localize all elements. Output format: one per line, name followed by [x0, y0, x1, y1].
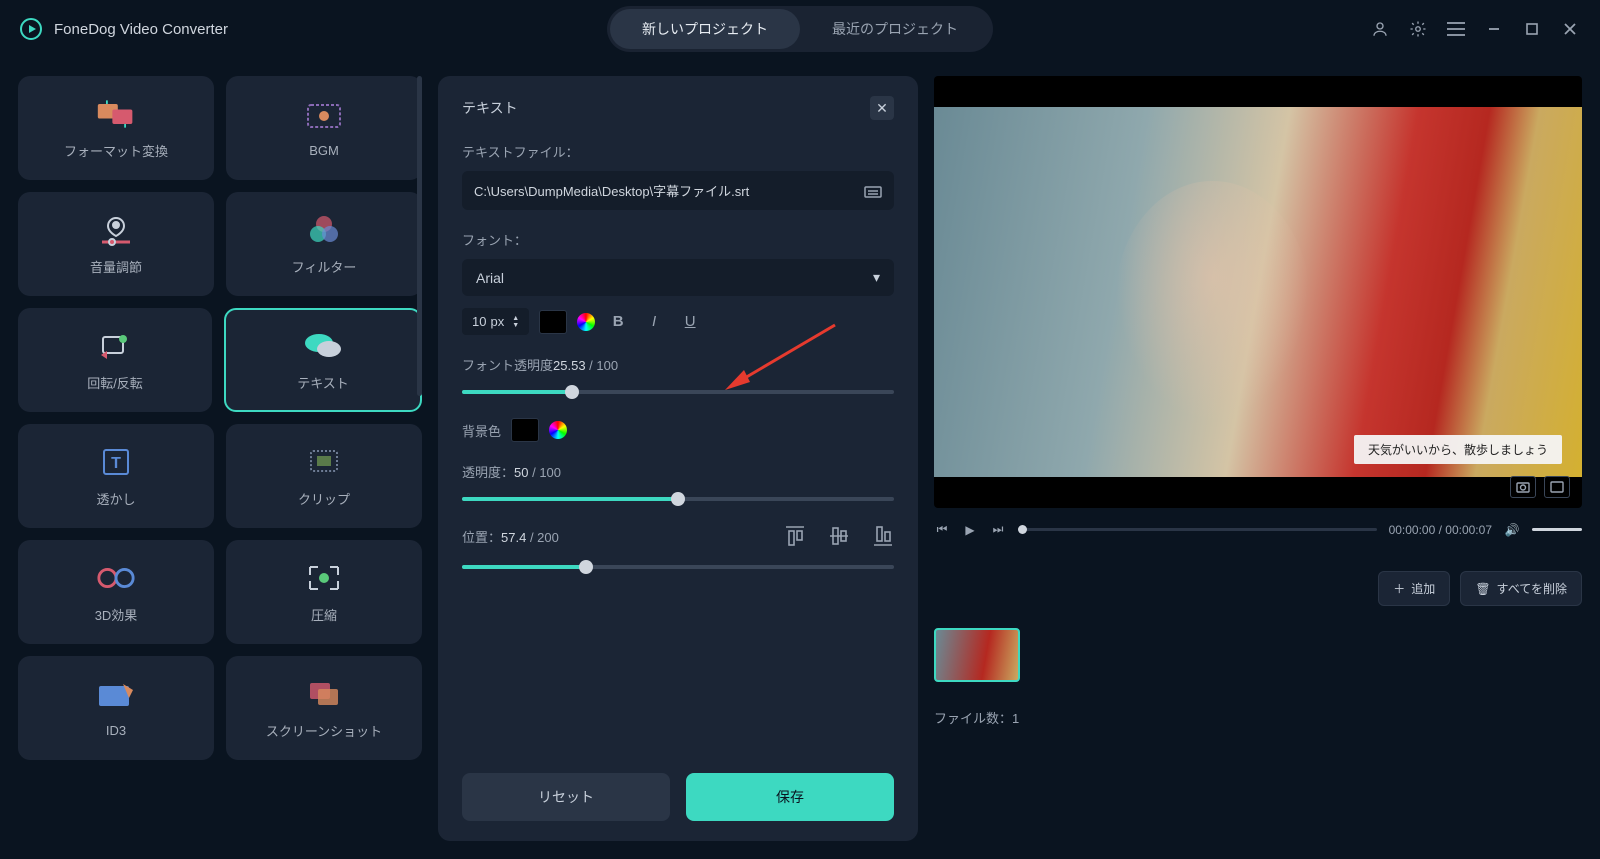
font-label: フォント：	[462, 230, 894, 249]
sidebar-label: 回転/反転	[87, 373, 143, 392]
project-tabs: 新しいプロジェクト 最近のプロジェクト	[607, 6, 993, 52]
watermark-icon: T	[96, 445, 136, 479]
tool-sidebar: フォーマット変換 BGM 音量調節 フィルター 回転/反転	[18, 76, 422, 841]
subtitle-overlay: 天気がいいから、散歩しましょう	[1354, 435, 1562, 464]
sidebar-label: 音量調節	[90, 257, 142, 276]
tab-recent-project[interactable]: 最近のプロジェクト	[800, 9, 990, 49]
tab-new-project[interactable]: 新しいプロジェクト	[610, 9, 800, 49]
volume-icon[interactable]: 🔊	[1504, 523, 1520, 537]
sidebar-item-clip[interactable]: クリップ	[226, 424, 422, 528]
sidebar-label: 3D効果	[95, 605, 138, 624]
bg-color-picker-icon[interactable]	[549, 421, 567, 439]
volume-slider[interactable]	[1532, 528, 1582, 531]
sidebar-label: テキスト	[297, 373, 349, 392]
add-clip-button[interactable]: ＋追加	[1378, 571, 1450, 606]
file-label: テキストファイル：	[462, 142, 894, 161]
file-count: ファイル数：1	[934, 708, 1582, 727]
prev-button[interactable]: ⏮	[934, 522, 950, 537]
bold-button[interactable]: B	[605, 313, 631, 330]
sidebar-label: スクリーンショット	[266, 721, 382, 740]
align-bottom-icon[interactable]	[872, 525, 894, 547]
sidebar-label: ID3	[106, 723, 126, 738]
player-controls: ⏮ ▶ ⏭ 00:00:00 / 00:00:07 🔊	[934, 522, 1582, 537]
close-window-icon[interactable]	[1560, 19, 1580, 39]
save-button[interactable]: 保存	[686, 773, 894, 821]
sidebar-label: BGM	[309, 143, 339, 158]
screenshot-icon	[304, 677, 344, 711]
bgm-icon	[304, 99, 344, 133]
italic-button[interactable]: I	[641, 313, 667, 330]
reset-button[interactable]: リセット	[462, 773, 670, 821]
filter-icon	[304, 213, 344, 247]
sidebar-item-volume[interactable]: 音量調節	[18, 192, 214, 296]
sidebar-item-filter[interactable]: フィルター	[226, 192, 422, 296]
format-convert-icon	[96, 97, 136, 131]
sidebar-label: フォーマット変換	[64, 141, 168, 160]
font-opacity-slider[interactable]	[462, 390, 894, 394]
sidebar-item-compress[interactable]: 圧縮	[226, 540, 422, 644]
subtitle-file-input[interactable]: C:\Users\DumpMedia\Desktop\字幕ファイル.srt	[462, 171, 894, 210]
sidebar-item-3d[interactable]: 3D効果	[18, 540, 214, 644]
menu-icon[interactable]	[1446, 19, 1466, 39]
compress-icon	[304, 561, 344, 595]
sidebar-item-watermark[interactable]: T 透かし	[18, 424, 214, 528]
clip-icon	[304, 445, 344, 479]
font-size-input[interactable]: 10 px ▲▼	[462, 308, 529, 335]
snapshot-icon[interactable]	[1510, 476, 1536, 498]
app-title: FoneDog Video Converter	[54, 21, 228, 38]
underline-button[interactable]: U	[677, 313, 703, 330]
clear-clips-button[interactable]: 🗑すべてを削除	[1460, 571, 1582, 606]
browse-icon[interactable]	[864, 184, 882, 198]
fullscreen-icon[interactable]	[1544, 476, 1570, 498]
font-select[interactable]: Arial ▾	[462, 259, 894, 296]
3d-icon	[96, 561, 136, 595]
position-label: 位置：57.4 / 200	[462, 527, 559, 546]
sidebar-label: クリップ	[298, 489, 350, 508]
time-display: 00:00:00 / 00:00:07	[1389, 523, 1492, 537]
sidebar-label: 圧縮	[311, 605, 337, 624]
align-top-icon[interactable]	[784, 525, 806, 547]
sidebar-label: フィルター	[292, 257, 357, 276]
panel-title: テキスト	[462, 98, 518, 118]
trash-icon: 🗑	[1475, 582, 1490, 596]
sidebar-item-text[interactable]: テキスト	[224, 308, 422, 412]
chevron-down-icon: ▾	[873, 269, 880, 286]
bg-opacity-label: 透明度：50 / 100	[462, 462, 894, 481]
id3-icon	[96, 679, 136, 713]
next-button[interactable]: ⏭	[990, 522, 1006, 537]
sidebar-item-format[interactable]: フォーマット変換	[18, 76, 214, 180]
play-button[interactable]: ▶	[962, 523, 978, 537]
align-middle-icon[interactable]	[828, 525, 850, 547]
account-icon[interactable]	[1370, 19, 1390, 39]
sidebar-label: 透かし	[96, 489, 135, 508]
file-path: C:\Users\DumpMedia\Desktop\字幕ファイル.srt	[474, 181, 749, 200]
app-logo-icon	[20, 18, 42, 40]
svg-text:T: T	[111, 455, 121, 472]
position-slider[interactable]	[462, 565, 894, 569]
font-color-picker-icon[interactable]	[577, 313, 595, 331]
font-opacity-label: フォント透明度25.53 / 100	[462, 355, 894, 374]
bg-opacity-slider[interactable]	[462, 497, 894, 501]
maximize-icon[interactable]	[1522, 19, 1542, 39]
sidebar-item-id3[interactable]: ID3	[18, 656, 214, 760]
bg-color-label: 背景色	[462, 421, 501, 440]
stepper-icon[interactable]: ▲▼	[512, 315, 519, 329]
close-panel-button[interactable]: ✕	[870, 96, 894, 120]
progress-bar[interactable]	[1018, 528, 1377, 531]
text-icon	[303, 329, 343, 363]
bg-color-swatch[interactable]	[511, 418, 539, 442]
minimize-icon[interactable]	[1484, 19, 1504, 39]
clip-thumbnail[interactable]	[934, 628, 1020, 682]
preview-pane: 天気がいいから、散歩しましょう ⏮ ▶ ⏭ 00:00:00 / 00:00:0…	[934, 76, 1582, 841]
sidebar-item-rotate[interactable]: 回転/反転	[18, 308, 212, 412]
volume-icon	[96, 213, 136, 247]
text-settings-panel: テキスト ✕ テキストファイル： C:\Users\DumpMedia\Desk…	[438, 76, 918, 841]
rotate-icon	[95, 329, 135, 363]
sidebar-item-bgm[interactable]: BGM	[226, 76, 422, 180]
font-color-swatch[interactable]	[539, 310, 567, 334]
settings-icon[interactable]	[1408, 19, 1428, 39]
font-name: Arial	[476, 270, 504, 286]
video-preview: 天気がいいから、散歩しましょう	[934, 76, 1582, 508]
sidebar-item-screenshot[interactable]: スクリーンショット	[226, 656, 422, 760]
